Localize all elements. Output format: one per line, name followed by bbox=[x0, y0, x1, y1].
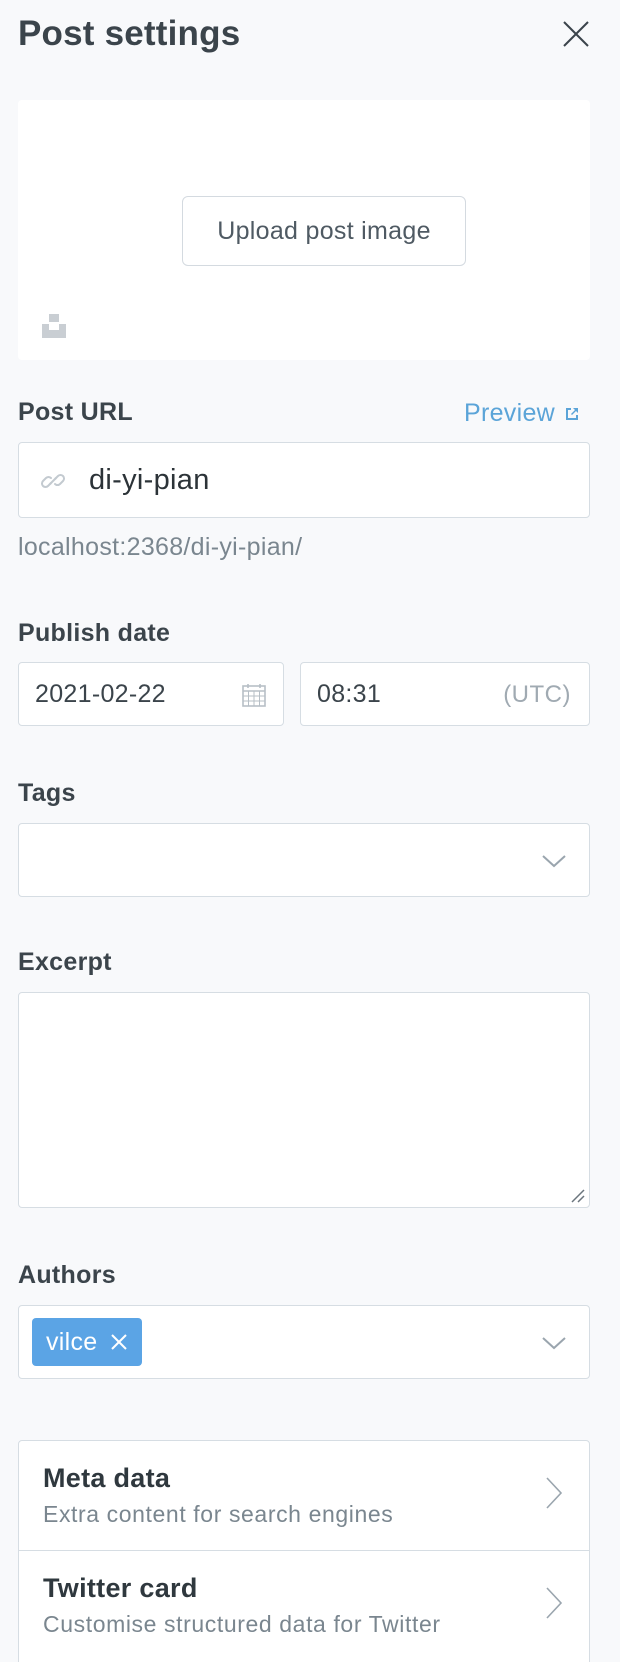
upload-image-button[interactable]: Upload post image bbox=[182, 196, 466, 266]
close-button[interactable] bbox=[560, 18, 592, 50]
feature-image-dropzone[interactable]: Upload post image bbox=[18, 100, 590, 360]
unsplash-icon[interactable] bbox=[40, 312, 68, 340]
settings-nav-list: Meta data Extra content for search engin… bbox=[18, 1440, 590, 1662]
excerpt-field[interactable] bbox=[18, 992, 590, 1208]
calendar-icon[interactable] bbox=[241, 682, 267, 708]
post-url-field[interactable] bbox=[18, 442, 590, 518]
post-url-hint: localhost:2368/di-yi-pian/ bbox=[18, 533, 303, 561]
publish-date-input[interactable] bbox=[35, 663, 215, 725]
author-chip[interactable]: vilce bbox=[32, 1318, 142, 1366]
publish-date-field[interactable] bbox=[18, 662, 284, 726]
chevron-right-icon bbox=[546, 1477, 563, 1509]
post-url-label: Post URL bbox=[18, 398, 133, 426]
link-icon bbox=[40, 473, 66, 489]
chevron-down-icon bbox=[542, 1337, 566, 1350]
remove-icon[interactable] bbox=[110, 1333, 128, 1351]
nav-item-subtitle: Extra content for search engines bbox=[43, 1501, 394, 1527]
excerpt-label: Excerpt bbox=[18, 948, 112, 976]
publish-date-label: Publish date bbox=[18, 619, 171, 647]
excerpt-textarea[interactable] bbox=[19, 993, 589, 1207]
authors-select[interactable]: vilce bbox=[18, 1305, 590, 1379]
external-link-icon bbox=[566, 407, 579, 420]
tags-label: Tags bbox=[18, 779, 76, 807]
post-url-input[interactable] bbox=[89, 443, 569, 517]
chevron-down-icon bbox=[542, 855, 566, 868]
nav-item-title: Meta data bbox=[43, 1463, 171, 1493]
preview-link[interactable]: Preview bbox=[464, 399, 581, 428]
authors-label: Authors bbox=[18, 1261, 116, 1289]
page-title: Post settings bbox=[18, 14, 241, 53]
author-chip-label: vilce bbox=[46, 1327, 98, 1356]
tags-select[interactable] bbox=[18, 823, 590, 897]
chevron-right-icon bbox=[546, 1587, 563, 1619]
resize-grip-icon[interactable] bbox=[569, 1187, 585, 1203]
nav-item-subtitle: Customise structured data for Twitter bbox=[43, 1611, 441, 1637]
nav-item-title: Twitter card bbox=[43, 1573, 198, 1603]
preview-label: Preview bbox=[464, 399, 556, 427]
timezone-label: (UTC) bbox=[503, 681, 571, 708]
nav-item-meta-data[interactable]: Meta data Extra content for search engin… bbox=[19, 1441, 589, 1551]
close-icon[interactable] bbox=[560, 18, 592, 50]
publish-time-input[interactable] bbox=[317, 663, 457, 725]
nav-item-twitter-card[interactable]: Twitter card Customise structured data f… bbox=[19, 1551, 589, 1661]
publish-time-field[interactable]: (UTC) bbox=[300, 662, 590, 726]
